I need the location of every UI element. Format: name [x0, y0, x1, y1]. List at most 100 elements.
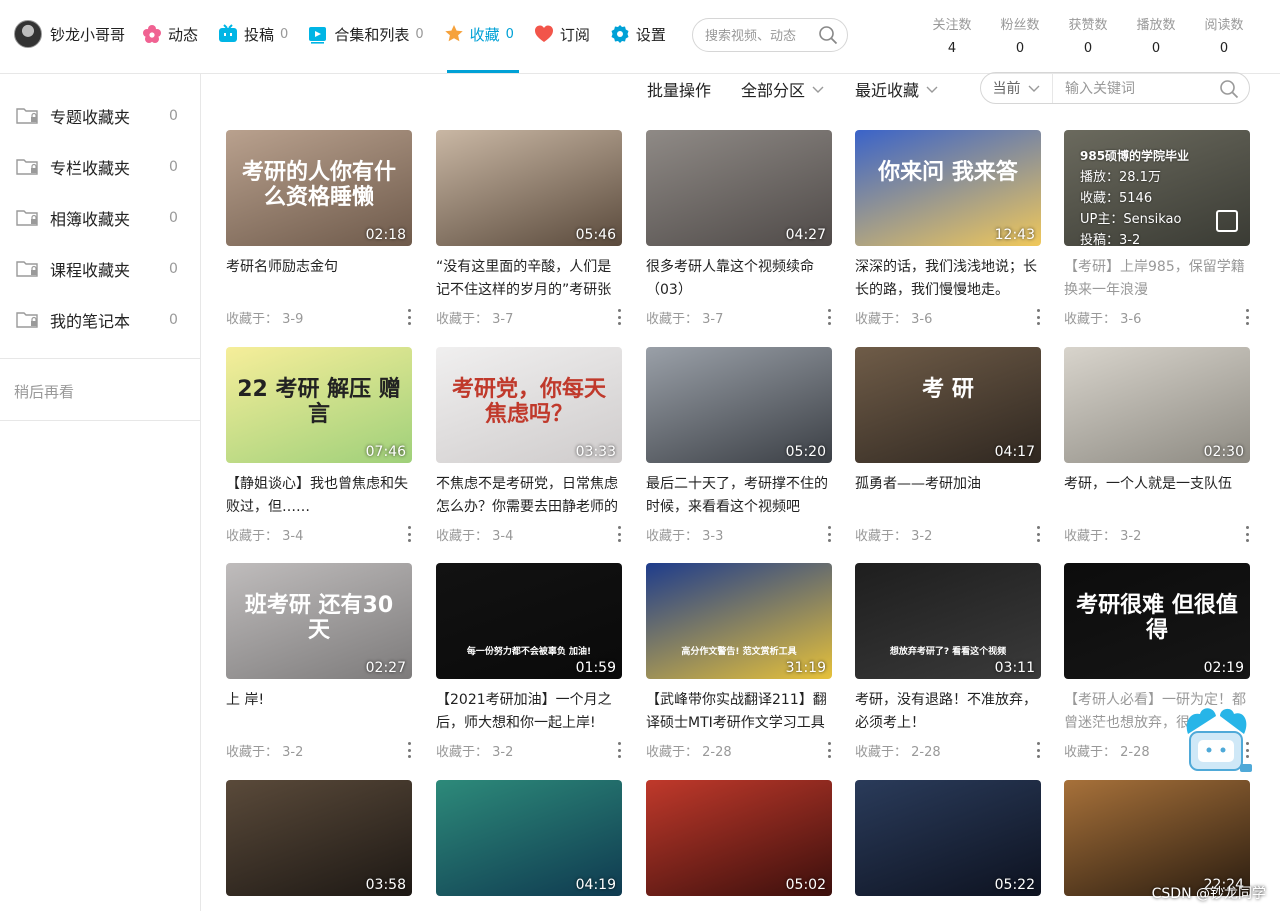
video-card[interactable]: 04:19 [436, 780, 622, 896]
stat-following[interactable]: 关注数 4 [918, 14, 986, 56]
search-icon[interactable] [818, 25, 838, 49]
more-options-icon[interactable] [1246, 526, 1250, 542]
video-thumbnail[interactable]: 04:19 [436, 780, 622, 896]
search-scope-dropdown[interactable]: 当前 [981, 73, 1053, 103]
more-options-icon[interactable] [408, 526, 412, 542]
video-card[interactable]: 考 研 04:17 孤勇者——考研加油 收藏于： 3-2 [855, 347, 1041, 544]
watch-later-icon[interactable] [1216, 210, 1238, 232]
username[interactable]: 钞龙小哥哥 [50, 24, 125, 45]
video-meta: 收藏于： 3-6 [855, 308, 1041, 327]
sidebar-item-column-favorites[interactable]: 专栏收藏夹 0 [0, 141, 200, 192]
video-thumbnail[interactable]: 05:20 [646, 347, 832, 463]
video-thumbnail[interactable]: 02:30 [1064, 347, 1250, 463]
video-thumbnail[interactable]: 考研很难 但很值得 02:19 [1064, 563, 1250, 679]
video-card[interactable]: 05:02 [646, 780, 832, 896]
video-thumbnail[interactable]: 03:58 [226, 780, 412, 896]
video-title[interactable]: 不焦虑不是考研党，日常焦虑怎么办？你需要去田静老师的 [436, 473, 622, 519]
search-input[interactable] [705, 27, 815, 43]
video-thumbnail[interactable]: 考 研 04:17 [855, 347, 1041, 463]
video-title[interactable]: “没有这里面的辛酸，人们是记不住这样的岁月的”考研张 [436, 256, 622, 302]
video-duration: 05:46 [575, 227, 616, 243]
video-title[interactable]: 孤勇者——考研加油 [855, 473, 1041, 519]
nav-settings[interactable]: 设置 [610, 18, 666, 50]
video-thumbnail[interactable]: 考研党，你每天焦虑吗？ 03:33 [436, 347, 622, 463]
more-options-icon[interactable] [1246, 309, 1250, 325]
video-title[interactable]: 考研，没有退路！不准放弃，必须考上！ [855, 689, 1041, 735]
keyword-input[interactable] [1065, 80, 1215, 96]
video-title[interactable]: 很多考研人靠这个视频续命（03） [646, 256, 832, 302]
more-options-icon[interactable] [1037, 526, 1041, 542]
more-options-icon[interactable] [828, 742, 832, 758]
video-title[interactable]: 考研，一个人就是一支队伍 [1064, 473, 1250, 519]
video-thumbnail[interactable]: 985硕博的学院毕业 播放：28.1万 收藏：5146 UP主：Sensikao 投稿：… [1064, 130, 1250, 246]
video-title[interactable]: 【2021考研加油】一个月之后，师大想和你一起上岸! [436, 689, 622, 735]
video-card[interactable]: 04:27 很多考研人靠这个视频续命（03） 收藏于： 3-7 [646, 130, 832, 327]
nav-uploads[interactable]: 投稿 0 [218, 18, 288, 50]
nav-collections[interactable]: 合集和列表 0 [308, 18, 424, 50]
video-thumbnail[interactable]: 考研的人你有什么资格睡懒 02:18 [226, 130, 412, 246]
video-thumbnail[interactable]: 05:22 [855, 780, 1041, 896]
batch-operation-button[interactable]: 批量操作 [647, 77, 711, 101]
more-options-icon[interactable] [1037, 309, 1041, 325]
video-thumbnail[interactable]: 每一份努力都不会被辜负 加油! 01:59 [436, 563, 622, 679]
video-card[interactable]: 22 考研 解压 赠言 07:46 【静姐谈心】我也曾焦虑和失败过，但…… 收藏于： … [226, 347, 412, 544]
video-thumbnail[interactable]: 04:27 [646, 130, 832, 246]
video-thumbnail[interactable]: 05:02 [646, 780, 832, 896]
nav-subscriptions[interactable]: 订阅 [534, 18, 590, 50]
more-options-icon[interactable] [408, 742, 412, 758]
video-title[interactable]: 【考研】上岸985，保留学籍换来一年浪漫 [1064, 256, 1250, 302]
zone-dropdown[interactable]: 全部分区 [741, 77, 825, 101]
sidebar-item-topic-favorites[interactable]: 专题收藏夹 0 [0, 90, 200, 141]
video-card[interactable]: 高分作文警告! 范文赏析工具 31:19 【武峰带你实战翻译211】翻译硕士MTI考… [646, 563, 832, 760]
video-card[interactable]: 05:20 最后二十天了，考研撑不住的时候，来看看这个视频吧 收藏于： 3-3 [646, 347, 832, 544]
video-card[interactable]: 05:22 [855, 780, 1041, 896]
video-card[interactable]: 考研的人你有什么资格睡懒 02:18 考研名师励志金句 收藏于： 3-9 [226, 130, 412, 327]
nav-dynamic[interactable]: 动态 [142, 18, 198, 50]
stat-label: 获赞数 [1068, 18, 1108, 33]
video-thumbnail[interactable]: 你来问 我来答 12:43 [855, 130, 1041, 246]
video-card[interactable]: 02:30 考研，一个人就是一支队伍 收藏于： 3-2 [1064, 347, 1250, 544]
video-card[interactable]: 你来问 我来答 12:43 深深的话，我们浅浅地说；长长的路，我们慢慢地走。收藏于：… [855, 130, 1041, 327]
video-card[interactable]: 22:24 [1064, 780, 1250, 896]
more-options-icon[interactable] [1037, 742, 1041, 758]
video-thumbnail[interactable]: 05:46 [436, 130, 622, 246]
more-options-icon[interactable] [828, 309, 832, 325]
video-title[interactable]: 深深的话，我们浅浅地说；长长的路，我们慢慢地走。 [855, 256, 1041, 302]
sidebar-item-notebook[interactable]: 我的笔记本 0 [0, 294, 200, 345]
nav-favorites[interactable]: 收藏 0 [444, 18, 514, 50]
video-thumbnail[interactable]: 想放弃考研了? 看看这个视频 03:11 [855, 563, 1041, 679]
video-card[interactable]: 05:46 “没有这里面的辛酸，人们是记不住这样的岁月的”考研张 收藏于： 3-7 [436, 130, 622, 327]
stat-value: 4 [947, 41, 957, 56]
video-thumbnail[interactable]: 22:24 [1064, 780, 1250, 896]
stat-fans[interactable]: 粉丝数 0 [986, 14, 1054, 56]
video-title[interactable]: 【静姐谈心】我也曾焦虑和失败过，但…… [226, 473, 412, 519]
more-options-icon[interactable] [408, 309, 412, 325]
watch-later-link[interactable]: 稍后再看 [14, 381, 74, 402]
video-thumbnail[interactable]: 班考研 还有30天 02:27 [226, 563, 412, 679]
more-options-icon[interactable] [618, 742, 622, 758]
search-icon[interactable] [1219, 79, 1239, 103]
more-options-icon[interactable] [828, 526, 832, 542]
video-title[interactable]: 【武峰带你实战翻译211】翻译硕士MTI考研作文学习工具 [646, 689, 832, 735]
stat-label: 阅读数 [1204, 18, 1244, 33]
video-card[interactable]: 985硕博的学院毕业 播放：28.1万 收藏：5146 UP主：Sensikao 投稿：… [1064, 130, 1250, 327]
video-card[interactable]: 考研党，你每天焦虑吗？ 03:33 不焦虑不是考研党，日常焦虑怎么办？你需要去田静老… [436, 347, 622, 544]
video-card[interactable]: 想放弃考研了? 看看这个视频 03:11 考研，没有退路！不准放弃，必须考上！ 收藏于… [855, 563, 1041, 760]
video-card[interactable]: 03:58 [226, 780, 412, 896]
sort-dropdown[interactable]: 最近收藏 [855, 77, 939, 101]
video-thumbnail[interactable]: 22 考研 解压 赠言 07:46 [226, 347, 412, 463]
more-options-icon[interactable] [618, 309, 622, 325]
video-thumbnail[interactable]: 高分作文警告! 范文赏析工具 31:19 [646, 563, 832, 679]
sidebar-item-course-favorites[interactable]: 课程收藏夹 0 [0, 243, 200, 294]
video-card[interactable]: 班考研 还有30天 02:27 上 岸! 收藏于： 3-2 [226, 563, 412, 760]
zone-label: 全部分区 [741, 81, 806, 100]
video-title[interactable]: 上 岸! [226, 689, 412, 735]
user-info[interactable]: 钞龙小哥哥 [14, 20, 125, 48]
video-title[interactable]: 最后二十天了，考研撑不住的时候，来看看这个视频吧 [646, 473, 832, 519]
more-options-icon[interactable] [618, 526, 622, 542]
video-card[interactable]: 每一份努力都不会被辜负 加油! 01:59 【2021考研加油】一个月之后，师大想和… [436, 563, 622, 760]
avatar[interactable] [14, 20, 42, 48]
sidebar-item-album-favorites[interactable]: 相簿收藏夹 0 [0, 192, 200, 243]
video-title[interactable]: 考研名师励志金句 [226, 256, 412, 302]
space-search[interactable] [692, 18, 848, 52]
